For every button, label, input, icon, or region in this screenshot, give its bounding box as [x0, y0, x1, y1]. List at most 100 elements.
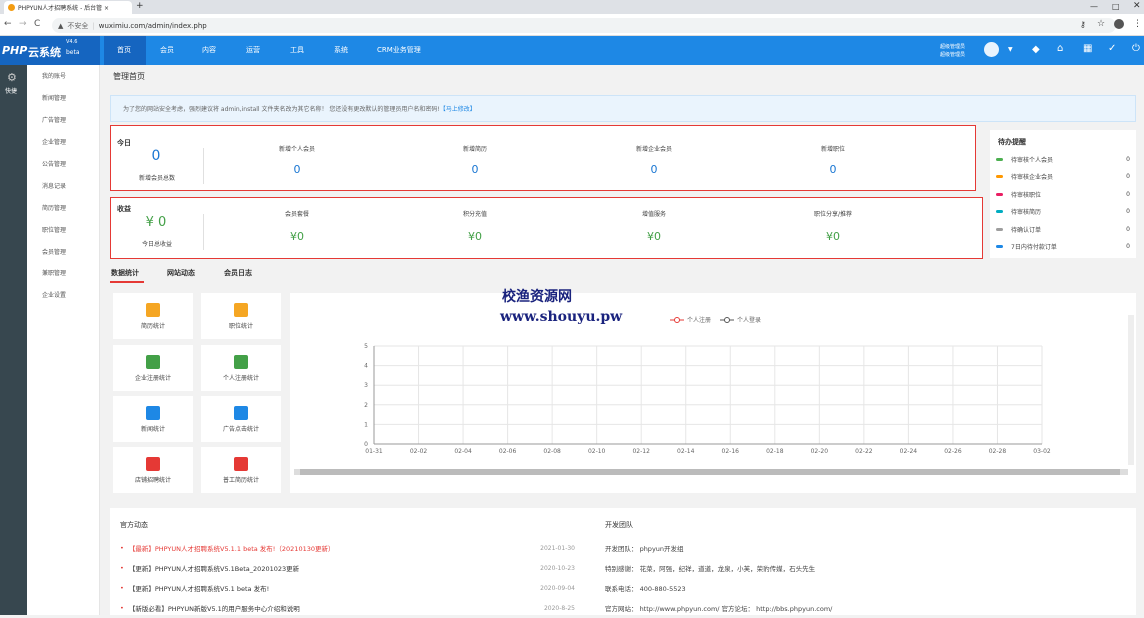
income-stat-value: ¥0	[468, 230, 482, 243]
y-tick-label: 4	[364, 363, 368, 370]
stats-icon	[234, 406, 248, 420]
maximize-icon[interactable]: □	[1112, 2, 1120, 11]
resume-stats-tile[interactable]: 简历统计	[113, 293, 193, 339]
job-stats-tile[interactable]: 职位统计	[201, 293, 281, 339]
x-tick-label: 02-20	[811, 448, 829, 455]
income-stat-label: 积分充值	[462, 211, 487, 218]
side-menu-item[interactable]: 会员管理	[42, 247, 66, 257]
side-menu-item[interactable]: 广告管理	[42, 115, 66, 125]
tab-active-underline	[110, 281, 144, 283]
news-date: 2020-10-23	[540, 564, 575, 572]
x-tick-label: 02-28	[989, 448, 1007, 455]
admin-role: 超级管理员	[940, 44, 966, 50]
nav-crm[interactable]: CRM业务管理	[377, 36, 421, 65]
stats-icon	[234, 303, 248, 317]
x-tick-label: 02-16	[722, 448, 740, 455]
nav-content[interactable]: 内容	[202, 36, 216, 65]
stats-icon	[146, 303, 160, 317]
browser-menu-icon[interactable]: ⋮	[1133, 19, 1142, 29]
tile-label: 简历统计	[140, 323, 165, 330]
new-tab-button[interactable]: +	[136, 1, 144, 11]
nav-operation[interactable]: 运营	[246, 36, 260, 65]
nav-members[interactable]: 会员	[160, 36, 174, 65]
shop-recruit-tile[interactable]: 店铺招聘统计	[113, 447, 193, 493]
brush-icon[interactable]: ✓	[1108, 43, 1116, 54]
person-reg-tile[interactable]: 个人注册统计	[201, 345, 281, 391]
todo-item[interactable]: 待确认订单 0	[996, 221, 1134, 237]
side-menu-item[interactable]: 兼职管理	[42, 268, 66, 278]
x-tick-label: 01-31	[365, 448, 383, 455]
today-stat-value[interactable]: 0	[425, 163, 525, 176]
browser-tab[interactable]: PHPYUN人才招聘系统 - 后台管 ×	[4, 1, 132, 14]
side-menu-item[interactable]: 我的账号	[42, 71, 66, 81]
todo-item[interactable]: 待审核简历 0	[996, 204, 1134, 220]
stats-icon	[146, 406, 160, 420]
tile-label: 企业注册统计	[134, 375, 171, 382]
nav-home[interactable]: 首页	[117, 36, 131, 65]
news-item[interactable]: • 【最新】PHPYUN人才招聘系统V5.1.1 beta 发布!（2021013…	[120, 538, 575, 558]
forward-icon[interactable]: →	[19, 19, 27, 29]
income-stat-value: ¥0	[647, 230, 661, 243]
account-icon[interactable]	[1114, 19, 1124, 29]
x-tick-label: 02-26	[944, 448, 962, 455]
nav-tools[interactable]: 工具	[290, 36, 304, 65]
todo-item[interactable]: 待审核个人会员 0	[996, 151, 1134, 167]
tile-label: 新闻统计	[140, 426, 165, 433]
line-chart: 0 1 2 3 4 5 01-31 02-02 02-04 02-06 02-08 02-10 02-1…	[294, 315, 1134, 475]
tab-site-news[interactable]: 网站动态	[167, 268, 195, 278]
side-menu-item[interactable]: 新闻管理	[42, 93, 66, 103]
tab-member-log[interactable]: 会员日志	[224, 268, 252, 278]
gear-icon[interactable]: ⚙	[7, 71, 17, 84]
todo-count: 0	[1126, 173, 1130, 180]
status-dot-icon	[996, 192, 1003, 196]
chart-scrollbar-thumb[interactable]	[300, 469, 1120, 475]
home-icon[interactable]: ⌂	[1057, 43, 1063, 54]
key-icon[interactable]: ⚷	[1080, 20, 1086, 29]
status-dot-icon	[996, 175, 1003, 178]
insecure-label: 不安全	[67, 21, 89, 30]
notification-icon[interactable]: ◆	[1032, 44, 1040, 55]
url-field[interactable]: ▲ 不安全 | wuximiu.com/admin/index.php	[52, 18, 1116, 33]
power-icon[interactable]: ⏻	[1132, 43, 1140, 54]
company-reg-tile[interactable]: 企业注册统计	[113, 345, 193, 391]
ad-click-tile[interactable]: 广告点击统计	[201, 396, 281, 442]
chart-vscrollbar[interactable]	[1128, 315, 1134, 465]
news-item[interactable]: • 【更新】PHPYUN人才招聘系统V5.1Beta_20201023更新 2020…	[120, 558, 575, 578]
income-stat-label: 职位分享/推荐	[813, 211, 853, 218]
avatar[interactable]	[984, 42, 999, 57]
today-stat-value[interactable]: 0	[247, 163, 347, 176]
side-menu-item[interactable]: 简历管理	[42, 203, 66, 213]
tile-label: 职位统计	[228, 323, 253, 330]
today-stat-value[interactable]: 0	[783, 163, 883, 176]
side-menu-item[interactable]: 职位管理	[42, 225, 66, 235]
change-now-link[interactable]: 【马上修改】	[440, 104, 476, 113]
today-stat-label: 新增企业会员	[635, 146, 672, 153]
todo-item[interactable]: 待审核职位 0	[996, 186, 1134, 202]
side-menu-item[interactable]: 企业管理	[42, 137, 66, 147]
reload-icon[interactable]: C	[34, 19, 40, 29]
star-icon[interactable]: ☆	[1097, 19, 1105, 29]
nav-system[interactable]: 系统	[334, 36, 348, 65]
y-tick-label: 3	[364, 382, 368, 389]
minimize-icon[interactable]: —	[1090, 2, 1098, 11]
x-tick-label: 02-12	[632, 448, 650, 455]
x-tick-label: 02-06	[499, 448, 517, 455]
today-stat-value[interactable]: 0	[604, 163, 704, 176]
grid-icon[interactable]: ▦	[1083, 43, 1092, 54]
side-menu-item[interactable]: 公告管理	[42, 159, 66, 169]
back-icon[interactable]: ←	[4, 19, 12, 29]
news-date: 2021-01-30	[540, 544, 575, 552]
news-stats-tile[interactable]: 新闻统计	[113, 396, 193, 442]
todo-item[interactable]: 7日内待付款订单 0	[996, 239, 1134, 255]
status-dot-icon	[996, 245, 1003, 248]
news-item[interactable]: • 【更新】PHPYUN人才招聘系统V5.1 beta 发布! 2020-09-04	[120, 578, 575, 598]
side-menu-item[interactable]: 企业设置	[42, 290, 66, 300]
side-menu-item[interactable]: 消息记录	[42, 181, 66, 191]
close-window-icon[interactable]: ✕	[1133, 1, 1141, 11]
chevron-down-icon[interactable]: ▼	[1008, 46, 1013, 53]
todo-item[interactable]: 待审核企业会员 0	[996, 169, 1134, 185]
y-tick-label: 5	[364, 343, 368, 350]
tab-data-stats[interactable]: 数据统计	[111, 268, 139, 278]
worker-resume-tile[interactable]: 普工简历统计	[201, 447, 281, 493]
news-item[interactable]: • 【新版必看】PHPYUN新版V5.1的用户服务中心介绍和说明 2020-8-25	[120, 598, 575, 618]
